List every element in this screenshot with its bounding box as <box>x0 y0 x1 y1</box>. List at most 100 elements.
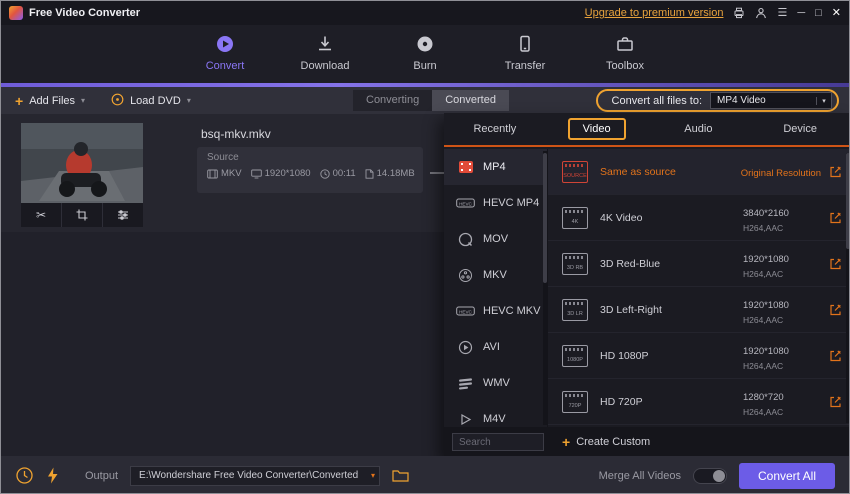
edit-icon[interactable] <box>829 395 842 408</box>
upgrade-link[interactable]: Upgrade to premium version <box>585 7 724 19</box>
preset-3d-red-blue[interactable]: 3D RB 3D Red-Blue 1920*1080H264,AAC <box>548 241 850 287</box>
tab-device[interactable]: Device <box>749 113 850 145</box>
thumbnail-toolbar: ✂ <box>21 203 143 227</box>
effects-icon[interactable] <box>102 203 143 227</box>
hevc-icon: HEVC <box>456 304 475 318</box>
user-icon[interactable] <box>755 7 767 19</box>
output-format-value: MP4 Video <box>711 95 816 106</box>
tab-converting[interactable]: Converting <box>353 90 432 111</box>
menu-icon[interactable]: ☰ <box>777 8 787 19</box>
edit-icon[interactable] <box>829 165 842 178</box>
merge-all-videos-label: Merge All Videos <box>599 470 681 482</box>
tab-toolbox[interactable]: Toolbox <box>592 33 658 83</box>
chevron-down-icon: ▾ <box>81 97 85 105</box>
file-icon <box>365 169 374 179</box>
screen-icon <box>251 169 262 179</box>
schedule-clock-icon[interactable] <box>15 466 34 485</box>
chevron-down-icon: ▾ <box>371 472 375 480</box>
dvd-icon <box>111 93 124 109</box>
merge-toggle[interactable] <box>693 468 727 484</box>
convert-to-label: Convert all files to: <box>612 95 702 107</box>
3d-lr-badge-icon: 3D LR <box>562 299 588 321</box>
preset-4k-video[interactable]: 4K 4K Video 3840*2160H264,AAC <box>548 195 850 241</box>
nav-label: Download <box>301 60 350 72</box>
format-list-scrollbar[interactable] <box>543 151 547 425</box>
720p-badge-icon: 720P <box>562 391 588 413</box>
app-logo-icon <box>9 6 23 20</box>
convert-all-button[interactable]: Convert All <box>739 463 835 489</box>
queue-tabs: Converting Converted <box>353 90 509 111</box>
crop-icon[interactable] <box>61 203 102 227</box>
preset-hd-1080p[interactable]: 1080P HD 1080P 1920*1080H264,AAC <box>548 333 850 379</box>
format-panel-tabs: Recently Video Audio Device <box>444 113 850 147</box>
convert-icon <box>192 33 258 55</box>
preset-list-scrollbar[interactable] <box>846 153 850 423</box>
preset-3d-left-right[interactable]: 3D LR 3D Left-Right 1920*1080H264,AAC <box>548 287 850 333</box>
create-custom-button[interactable]: + Create Custom <box>562 435 650 449</box>
panel-footer: + Create Custom <box>444 427 850 457</box>
edit-icon[interactable] <box>829 211 842 224</box>
tab-transfer[interactable]: Transfer <box>492 33 558 83</box>
video-thumbnail[interactable] <box>21 123 143 203</box>
tab-download[interactable]: Download <box>292 33 358 83</box>
cut-icon[interactable]: ✂ <box>21 203 61 227</box>
source-label: Source <box>207 152 413 163</box>
tab-audio[interactable]: Audio <box>648 113 750 145</box>
nav-label: Transfer <box>505 60 546 72</box>
format-item-wmv[interactable]: WMV <box>444 365 547 401</box>
add-files-button[interactable]: + Add Files ▾ <box>15 94 85 108</box>
transfer-icon <box>492 33 558 55</box>
format-item-m4v[interactable]: M4V <box>444 401 547 427</box>
search-input[interactable] <box>452 433 544 451</box>
load-dvd-button[interactable]: Load DVD ▾ <box>111 93 191 109</box>
tab-video[interactable]: Video <box>546 113 648 145</box>
format-item-mkv[interactable]: MKV <box>444 257 547 293</box>
toolbox-icon <box>592 33 658 55</box>
edit-icon[interactable] <box>829 303 842 316</box>
edit-icon[interactable] <box>829 257 842 270</box>
tab-burn[interactable]: Burn <box>392 33 458 83</box>
mp4-icon <box>456 160 475 174</box>
download-icon <box>292 33 358 55</box>
format-item-hevc-mp4[interactable]: HEVC HEVC MP4 <box>444 185 547 221</box>
bottom-bar: Output E:\Wondershare Free Video Convert… <box>1 456 849 494</box>
add-files-label: Add Files <box>29 95 75 107</box>
plus-icon: + <box>15 94 23 108</box>
output-format-dropdown[interactable]: MP4 Video ▾ <box>710 92 832 109</box>
film-icon <box>207 169 218 179</box>
edit-icon[interactable] <box>829 349 842 362</box>
svg-text:HEVC: HEVC <box>459 310 472 315</box>
preset-same-as-source[interactable]: SOURCE Same as source Original Resolutio… <box>548 149 850 195</box>
preset-list: SOURCE Same as source Original Resolutio… <box>548 149 850 427</box>
source-badge-icon: SOURCE <box>562 161 588 183</box>
titlebar: Free Video Converter Upgrade to premium … <box>1 1 849 25</box>
wmv-icon <box>456 377 475 390</box>
format-item-mov[interactable]: MOV <box>444 221 547 257</box>
load-dvd-label: Load DVD <box>130 95 181 107</box>
plus-icon: + <box>562 435 570 449</box>
output-path-dropdown[interactable]: E:\Wondershare Free Video Converter\Conv… <box>130 466 380 486</box>
tab-convert[interactable]: Convert <box>192 33 258 83</box>
high-speed-icon[interactable] <box>46 467 59 484</box>
burn-icon <box>392 33 458 55</box>
minimize-button[interactable]: ─ <box>797 8 805 19</box>
format-item-hevc-mkv[interactable]: HEVC HEVC MKV <box>444 293 547 329</box>
4k-badge-icon: 4K <box>562 207 588 229</box>
play-icon <box>456 413 475 426</box>
preset-hd-720p[interactable]: 720P HD 720P 1280*720H264,AAC <box>548 379 850 425</box>
toggle-knob <box>713 470 725 482</box>
tab-converted[interactable]: Converted <box>432 90 509 111</box>
format-item-avi[interactable]: AVI <box>444 329 547 365</box>
app-window: Free Video Converter Upgrade to premium … <box>0 0 850 494</box>
main-nav: Convert Download Burn Transfer Toolbox <box>1 25 849 83</box>
format-list: MP4 HEVC HEVC MP4 MOV <box>444 149 548 427</box>
maximize-button[interactable]: □ <box>815 8 822 19</box>
format-panel: Recently Video Audio Device MP4 HEVC HEV… <box>444 113 850 457</box>
open-folder-icon[interactable] <box>392 469 409 482</box>
tab-recently[interactable]: Recently <box>444 113 546 145</box>
close-button[interactable]: ✕ <box>832 8 841 19</box>
printer-icon[interactable] <box>733 7 745 19</box>
3d-rb-badge-icon: 3D RB <box>562 253 588 275</box>
format-item-mp4[interactable]: MP4 <box>444 149 547 185</box>
nav-label: Toolbox <box>606 60 644 72</box>
